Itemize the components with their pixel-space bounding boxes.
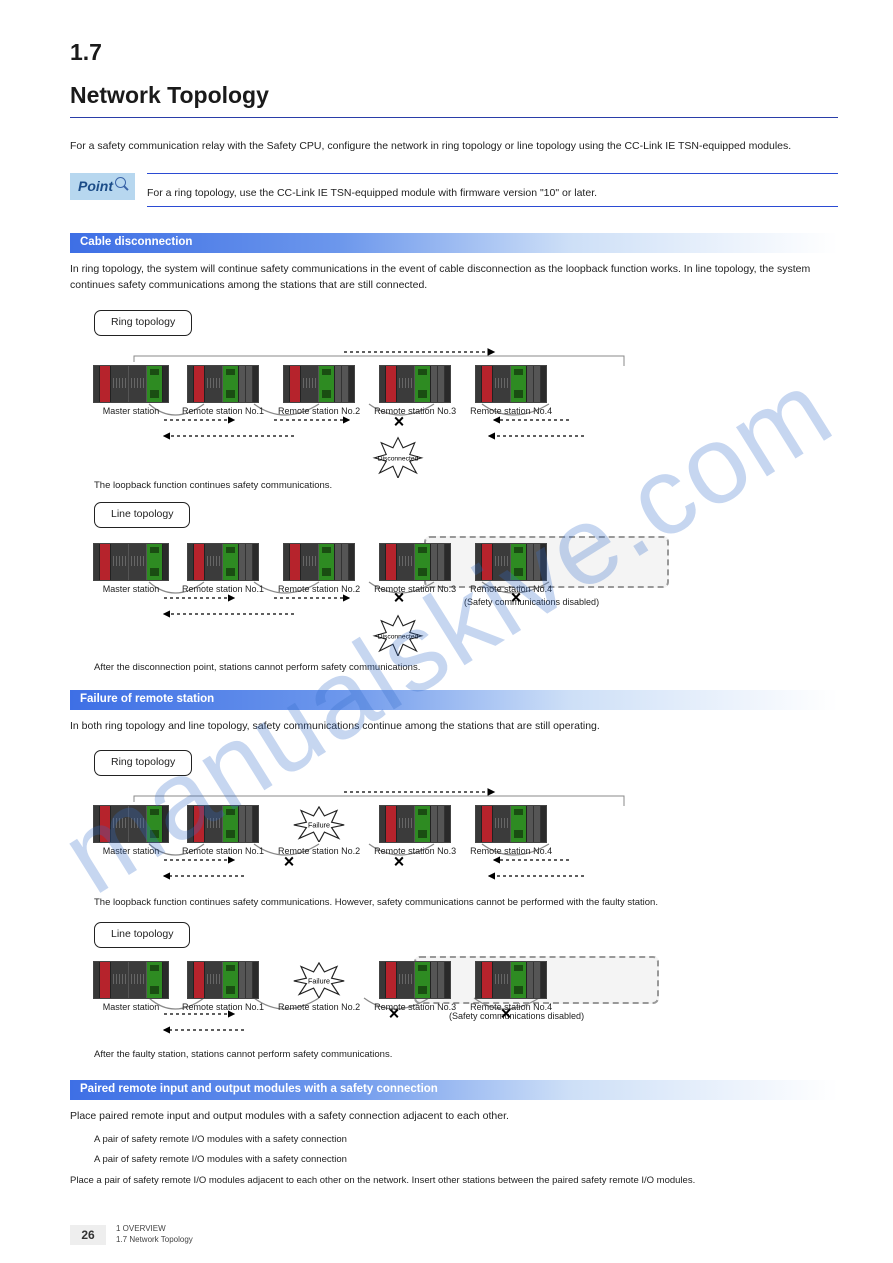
remote-label: Remote station No.1 [182,845,264,859]
remote-module [380,806,450,842]
starburst-icon: Disconnected [372,614,424,656]
remote-label: Remote station No.3 [374,1001,456,1015]
master-module [94,962,168,998]
remote-label: Remote station No.2 [278,583,360,597]
x-icon: × [501,1000,512,1027]
x-icon: × [394,584,405,611]
remote-module [380,962,450,998]
svg-text:Disconnected: Disconnected [378,455,419,462]
page-number: 26 [70,1225,106,1245]
remote-module [188,806,258,842]
remote-module [188,366,258,402]
section-title: Network Topology [70,78,838,113]
footer-line2: 1.7 Network Topology [116,1234,193,1245]
remote-module [284,544,354,580]
remote-label: Remote station No.3 [374,583,456,597]
remote-label: Remote station No.4 [470,405,552,419]
diagram-ring-disconnect: Master station Remote station No.1 Remot… [94,344,838,494]
magnifier-icon [115,179,129,193]
paired-desc: Place paired remote input and output mod… [70,1108,838,1125]
remote-module [476,962,546,998]
remote-module [188,544,258,580]
diagram-ring-failure: Master station Remote station No.1 Failu… [94,784,838,914]
svg-text:Failure: Failure [308,977,330,986]
remote-module [476,544,546,580]
master-module [94,366,168,402]
ring-topology-label: Ring topology [94,750,192,776]
heading-bar-paired: Paired remote input and output modules w… [70,1080,838,1100]
master-module [94,806,168,842]
point-lines: For a ring topology, use the CC-Link IE … [147,173,838,219]
diagram-line-failure: Master station Remote station No.1 Failu… [94,956,838,1066]
point-text: For a ring topology, use the CC-Link IE … [147,186,838,202]
remote-label: Remote station No.1 [182,583,264,597]
point-badge: Point [70,173,135,200]
ring-topology-label: Ring topology [94,310,192,336]
x-icon: × [394,849,405,876]
line-topology-label: Line topology [94,922,190,948]
cable-desc: In ring topology, the system will contin… [70,261,838,295]
svg-text:Disconnected: Disconnected [378,633,419,640]
starburst-icon: Failure [291,962,347,998]
remote-module [380,366,450,402]
fade-note: (Safety communications disabled) [449,1010,584,1024]
x-icon: × [389,1000,400,1027]
fade-note: (Safety communications disabled) [464,596,599,610]
starburst-icon: Failure [291,806,347,842]
master-label: Master station [103,405,160,419]
diagram-caption: The loopback function continues safety c… [94,479,332,493]
remote-module [476,366,546,402]
failure-desc: In both ring topology and line topology,… [70,718,838,735]
pair-note: A pair of safety remote I/O modules with… [94,1133,838,1147]
footer-line1: 1 OVERVIEW [116,1223,193,1234]
remote-label: Remote station No.1 [182,1001,264,1015]
diagram-caption: The loopback function continues safety c… [94,896,658,910]
x-icon: × [511,584,522,611]
point-callout: Point For a ring topology, use the CC-Li… [70,173,838,219]
diagram-caption: After the faulty station, stations canno… [94,1048,392,1062]
master-label: Master station [103,1001,160,1015]
remote-label: Remote station No.3 [374,845,456,859]
master-module [94,544,168,580]
heading-bar-failure: Failure of remote station [70,690,838,710]
pair-note: A pair of safety remote I/O modules with… [94,1153,838,1167]
remote-label: Remote station No.4 [470,845,552,859]
remote-label: Remote station No.2 [278,405,360,419]
intro-paragraph: For a safety communication relay with th… [70,138,838,155]
section-number: 1.7 [70,35,838,70]
remote-label: Remote station No.2 [278,1001,360,1015]
diagram-line-disconnect: Master station Remote station No.1 Remot… [94,536,838,676]
page-footer: 26 1 OVERVIEW 1.7 Network Topology [70,1223,838,1245]
remote-module [188,962,258,998]
pair-caption: Place a pair of safety remote I/O module… [70,1173,838,1188]
remote-module [476,806,546,842]
master-label: Master station [103,583,160,597]
heading-bar-cable: Cable disconnection [70,233,838,253]
section-rule [70,117,838,118]
point-label: Point [78,176,113,197]
remote-label: Remote station No.3 [374,405,456,419]
remote-label: Remote station No.1 [182,405,264,419]
x-icon: × [284,849,295,876]
remote-module [284,366,354,402]
remote-module [380,544,450,580]
svg-text:Failure: Failure [308,821,330,830]
line-topology-label: Line topology [94,502,190,528]
master-label: Master station [103,845,160,859]
page-content: 1.7 Network Topology For a safety commun… [0,0,893,1216]
diagram-caption: After the disconnection point, stations … [94,661,420,675]
starburst-icon: Disconnected [372,436,424,478]
x-icon: × [394,408,405,435]
